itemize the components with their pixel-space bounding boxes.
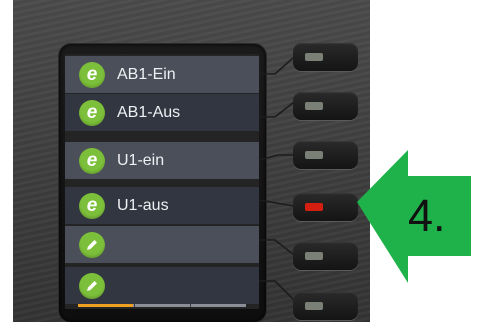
phone-device-panel: e AB1-Ein e AB1-Aus e U1-ein e U1-aus [13,0,370,322]
key-led-red [305,203,323,211]
key-led [305,302,323,310]
step-label: 4. [408,190,446,241]
function-key-2[interactable] [293,92,358,120]
function-key-6[interactable] [293,292,358,320]
function-key-5[interactable] [293,242,358,270]
function-key-1[interactable] [293,43,358,71]
key-led [305,252,323,260]
key-led [305,102,323,110]
key-led [305,53,323,61]
function-key-3[interactable] [293,141,358,169]
key-led [305,151,323,159]
function-key-4[interactable] [293,193,358,221]
